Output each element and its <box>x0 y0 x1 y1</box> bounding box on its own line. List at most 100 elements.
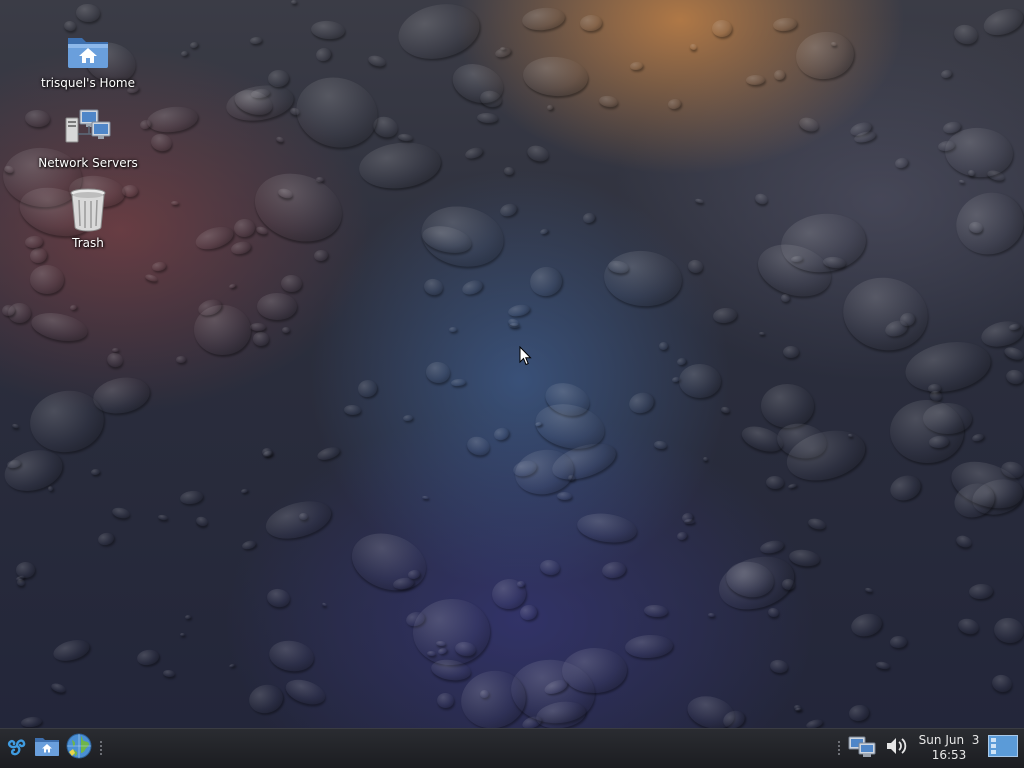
application-menu-button[interactable] <box>2 733 32 763</box>
water-droplet <box>598 94 620 109</box>
water-droplet <box>793 27 858 83</box>
web-browser-launcher[interactable] <box>64 733 94 763</box>
water-droplet <box>288 68 387 157</box>
desktop-icon-network-servers[interactable]: Network Servers <box>33 106 143 170</box>
clock[interactable]: Sun Jun 3 16:53 <box>914 733 984 763</box>
water-droplet <box>313 249 329 263</box>
water-droplet <box>262 449 274 459</box>
water-droplet <box>865 587 874 594</box>
water-droplet <box>991 615 1024 646</box>
water-droplet <box>787 482 797 490</box>
water-droplet <box>157 514 169 521</box>
water-droplet <box>184 614 192 619</box>
water-droplet <box>397 133 414 142</box>
water-droplet <box>246 681 286 717</box>
water-droplet <box>518 603 539 622</box>
volume-button[interactable] <box>881 733 911 763</box>
water-droplet <box>144 273 159 283</box>
launcher-grip-handle[interactable] <box>100 741 102 755</box>
water-droplet <box>178 489 204 505</box>
water-droplet <box>282 675 328 709</box>
water-droplet <box>623 633 674 660</box>
water-droplet <box>1004 368 1024 386</box>
water-droplet <box>151 261 167 272</box>
water-droplet <box>773 69 786 80</box>
water-droplet <box>246 162 351 252</box>
water-droplet <box>422 495 430 500</box>
water-droplet <box>783 345 800 359</box>
water-droplet <box>265 587 292 609</box>
water-droplet <box>836 270 935 358</box>
water-droplet <box>150 131 174 153</box>
water-droplet <box>582 211 596 224</box>
water-droplet <box>524 143 551 165</box>
water-droplet <box>411 597 492 668</box>
water-droplet <box>675 530 688 541</box>
file-manager-launcher[interactable] <box>32 733 62 763</box>
water-droplet <box>886 471 924 506</box>
water-droplet <box>538 558 562 577</box>
water-droplet <box>601 560 627 580</box>
tray-grip-handle[interactable] <box>838 741 840 755</box>
water-droplet <box>50 681 67 694</box>
desktop-icon-home[interactable]: trisquel's Home <box>33 26 143 90</box>
water-droplet <box>847 703 871 723</box>
water-droplet <box>460 278 485 298</box>
mouse-pointer-icon <box>519 345 533 370</box>
water-droplet <box>313 46 333 63</box>
globe-icon <box>65 732 93 764</box>
desktop-background[interactable]: trisquel's Home Network Servers Trash <box>0 0 1024 728</box>
water-droplet <box>321 602 328 608</box>
water-droplet <box>176 355 187 363</box>
water-droplet <box>422 277 445 297</box>
water-droplet <box>954 533 974 550</box>
water-droplet <box>694 197 705 204</box>
water-droplet <box>240 488 248 495</box>
water-droplet <box>658 342 668 351</box>
network-status-button[interactable] <box>847 733 877 763</box>
water-droplet <box>955 616 981 637</box>
water-droplet <box>626 390 657 417</box>
water-droplet <box>781 293 791 302</box>
water-droplet <box>521 54 590 99</box>
water-droplet <box>171 200 180 205</box>
water-droplet <box>424 360 452 385</box>
water-droplet <box>192 222 237 254</box>
water-droplet <box>760 383 815 429</box>
water-droplet <box>745 74 765 86</box>
water-droplet <box>684 518 696 525</box>
water-droplet <box>111 506 132 521</box>
water-droplet <box>15 561 37 579</box>
water-droplet <box>948 183 1024 263</box>
water-droplet <box>547 104 554 111</box>
water-droplet <box>280 274 302 293</box>
desktop-icon-trash[interactable]: Trash <box>33 186 143 250</box>
water-droplet <box>11 423 19 430</box>
water-droplet <box>448 326 457 333</box>
water-droplet <box>135 648 160 667</box>
water-droplet <box>787 547 821 568</box>
water-droplet <box>527 264 566 299</box>
water-droplet <box>687 258 705 275</box>
water-droplet <box>367 54 387 69</box>
water-droplet <box>703 457 709 463</box>
water-droplet <box>180 50 189 58</box>
water-droplet <box>952 22 980 46</box>
water-droplet <box>521 6 567 34</box>
water-droplet <box>241 539 257 551</box>
home-folder-icon <box>64 26 112 74</box>
water-droplet <box>254 225 269 236</box>
water-droplet <box>476 112 498 124</box>
desktop-icon-label: trisquel's Home <box>41 76 135 90</box>
water-droplet <box>759 332 765 335</box>
water-droplet <box>602 247 685 310</box>
water-droplet <box>228 282 237 290</box>
water-droplet <box>75 3 101 22</box>
water-droplet <box>256 292 297 320</box>
water-droplet <box>556 492 572 501</box>
water-droplet <box>893 156 910 169</box>
show-desktop-button[interactable] <box>987 733 1019 763</box>
water-droplet <box>145 104 200 135</box>
water-droplet <box>450 378 466 388</box>
water-droplet <box>47 485 55 492</box>
